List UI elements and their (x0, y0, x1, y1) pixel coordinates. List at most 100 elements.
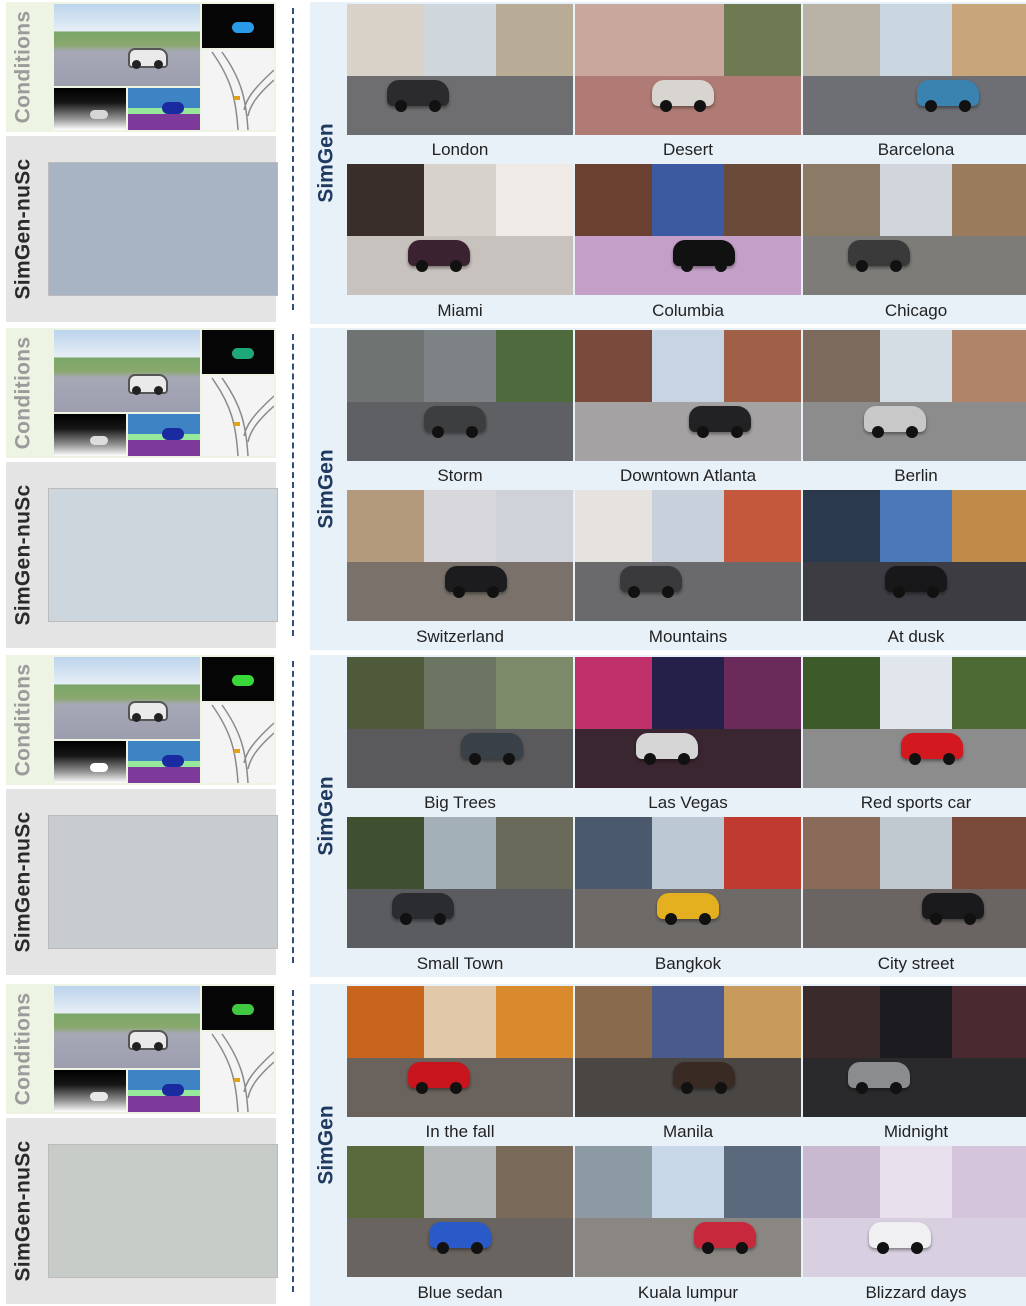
dashed-divider (292, 334, 294, 636)
generated-sample: Berlin (803, 330, 1026, 486)
generated-image (803, 1146, 1026, 1277)
generated-sample: Big Trees (347, 657, 573, 813)
generated-sample: Switzerland (347, 490, 573, 646)
generated-image (347, 1146, 573, 1277)
simgen-label: SimGen (310, 984, 344, 1306)
nusc-render (48, 162, 278, 296)
sample-caption: Miami (437, 301, 483, 320)
sample-caption: Blue sedan (417, 1283, 503, 1302)
bev-layout (202, 703, 274, 783)
semantic-map (128, 414, 200, 456)
car-wheel (450, 260, 462, 272)
car-wheel (699, 913, 711, 925)
generated-sample: Manila (575, 986, 801, 1142)
car-wheel (471, 1242, 483, 1254)
road (347, 729, 573, 788)
bev-lane (247, 732, 274, 770)
car-wheel (943, 753, 955, 765)
generated-image (347, 490, 573, 621)
sample-caption: Columbia (652, 301, 724, 320)
sample-caption: Chicago (884, 301, 948, 320)
sim-car-wheel (154, 713, 163, 722)
generated-image (575, 330, 801, 461)
car-wheel (469, 753, 481, 765)
generated-sample: Midnight (803, 986, 1026, 1142)
generated-sample: In the fall (347, 986, 573, 1142)
car-wheel (911, 1242, 923, 1254)
car-wheel (856, 1082, 868, 1094)
nusc-render (48, 1144, 278, 1278)
bev-layout (202, 376, 274, 456)
road (803, 1058, 1026, 1117)
generated-image (347, 164, 573, 295)
car-wheel (660, 100, 672, 112)
nusc-label: SimGen-nuSc (0, 789, 46, 975)
generated-image (347, 657, 573, 788)
simulator-render (54, 657, 200, 739)
generated-sample: Chicago (803, 164, 1026, 320)
depth-map (54, 741, 126, 783)
sim-car-wheel (154, 386, 163, 395)
generated-sample: Barcelona (803, 4, 1026, 160)
generated-sample: Las Vegas (575, 657, 801, 813)
simgen-label: SimGen (310, 328, 344, 650)
bev-lane (211, 704, 239, 783)
conditions-label: Conditions (0, 328, 46, 458)
bev-lane (243, 722, 274, 764)
bev-lane (221, 51, 249, 130)
sample-caption: City street (877, 954, 955, 973)
generated-sample: Blizzard days (803, 1146, 1026, 1302)
car-wheel (927, 586, 939, 598)
road (347, 889, 573, 948)
bev-lane (211, 377, 239, 456)
conditions-label: Conditions (0, 2, 46, 132)
generated-image (803, 164, 1026, 295)
semantic-car (162, 428, 184, 440)
sample-caption: Midnight (883, 1122, 949, 1141)
generated-sample: Downtown Atlanta (575, 330, 801, 486)
dashed-divider (292, 661, 294, 963)
bev-lane (247, 405, 274, 443)
car-wheel (434, 913, 446, 925)
car-wheel (893, 586, 905, 598)
bev-lane (243, 1051, 274, 1093)
generated-image (347, 4, 573, 135)
bev-ego-car (234, 749, 240, 753)
generated-image (803, 490, 1026, 621)
sample-caption: At dusk (887, 627, 945, 646)
car-wheel (503, 753, 515, 765)
simgen-label: SimGen (310, 2, 344, 324)
conditions-label-text: Conditions (11, 10, 34, 124)
bev-lane (243, 395, 274, 437)
simgen-label-text: SimGen (315, 123, 339, 203)
car-wheel (697, 426, 709, 438)
conditions-label-text: Conditions (11, 336, 34, 450)
bev-lane (221, 704, 249, 783)
bev-road-lines (211, 704, 274, 783)
sample-caption: Small Town (416, 954, 504, 973)
car-wheel (681, 260, 693, 272)
bev-lane (247, 1061, 274, 1099)
sample-caption: Las Vegas (648, 793, 728, 812)
car-wheel (856, 260, 868, 272)
generated-sample: Desert (575, 4, 801, 160)
bev-lane (211, 1033, 239, 1112)
sample-caption: Barcelona (877, 140, 955, 159)
car-wheel (930, 913, 942, 925)
car-wheel (681, 1082, 693, 1094)
sim-car-wheel (154, 1042, 163, 1051)
semantic-car (162, 1084, 184, 1096)
depth-map (54, 88, 126, 130)
generated-image (575, 490, 801, 621)
conditions-label-text: Conditions (11, 992, 34, 1106)
depth-car (90, 110, 108, 119)
instance-mask (202, 330, 274, 374)
nusc-label-text: SimGen-nuSc (11, 158, 34, 300)
example-block-4: Conditions SimGen-nuSc SimGen In the fall Ma… (0, 984, 1026, 1306)
mask-car (232, 348, 254, 359)
sim-car-wheel (132, 386, 141, 395)
generated-image (575, 164, 801, 295)
bev-ego-car (234, 422, 240, 426)
sample-caption: Downtown Atlanta (619, 466, 757, 485)
nusc-label: SimGen-nuSc (0, 136, 46, 322)
